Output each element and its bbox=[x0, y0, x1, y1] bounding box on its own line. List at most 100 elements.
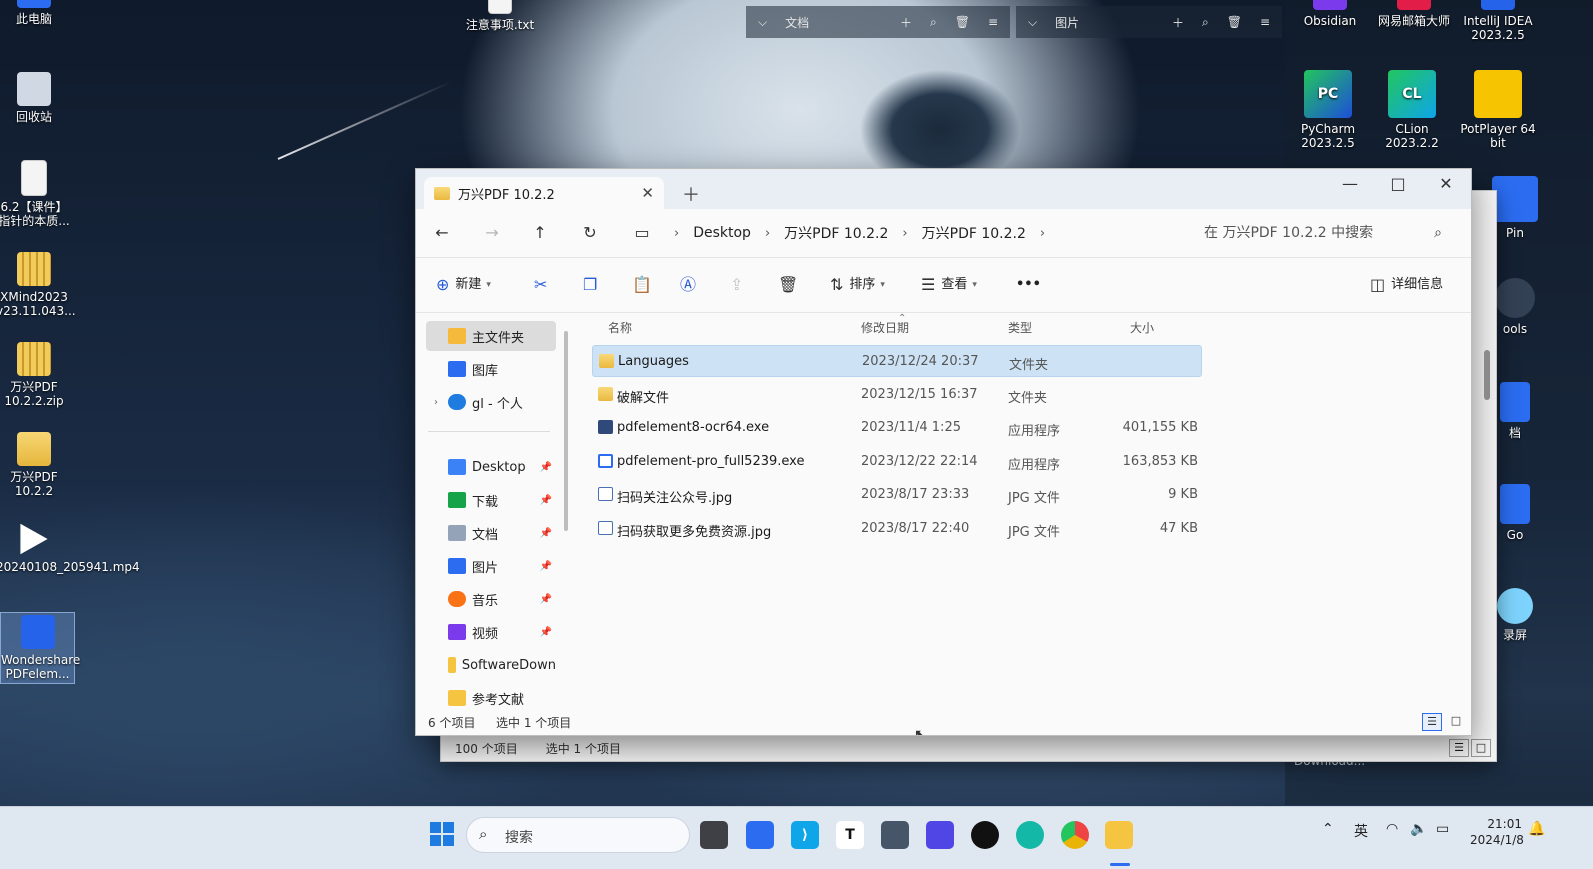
share-button[interactable]: ⇪ bbox=[730, 273, 749, 297]
chevron-down-icon[interactable]: ⌵ bbox=[1028, 15, 1037, 30]
rename-button[interactable]: Ⓐ bbox=[680, 273, 702, 297]
file-row[interactable]: pdfelement-pro_full5239.exe 2023/12/22 2… bbox=[592, 446, 1202, 478]
nav-downloads[interactable]: 下载 📌 bbox=[426, 485, 556, 515]
forward-button[interactable]: → bbox=[478, 221, 506, 245]
copy-button[interactable]: ❐ bbox=[583, 273, 603, 297]
unity-icon[interactable] bbox=[881, 821, 909, 849]
nav-music[interactable]: 音乐 📌 bbox=[426, 584, 556, 614]
pin-icon[interactable]: 📌 bbox=[540, 495, 552, 506]
file-row[interactable]: Languages 2023/12/24 20:37 文件夹 bbox=[592, 345, 1202, 377]
new-button[interactable]: ⊕ 新建 ▾ bbox=[436, 273, 491, 297]
desktop-icon-potplayer[interactable]: PotPlayer 64 bit bbox=[1460, 70, 1536, 150]
chevron-right-icon[interactable]: › bbox=[674, 226, 679, 241]
details-view-icon[interactable]: ☰ bbox=[1422, 713, 1442, 731]
taskbar-search-input[interactable]: 搜索 bbox=[505, 827, 533, 847]
trash-icon[interactable]: 🗑 bbox=[1227, 15, 1242, 29]
search-icon[interactable]: ⌕ bbox=[1202, 15, 1209, 30]
column-header-type[interactable]: 类型 bbox=[1008, 319, 1032, 336]
chrome-icon[interactable] bbox=[1061, 821, 1089, 849]
add-icon[interactable]: ＋ bbox=[1172, 14, 1184, 31]
breadcrumb-wanxing-1[interactable]: 万兴PDF 10.2.2 bbox=[784, 223, 888, 243]
column-header-size[interactable]: 大小 bbox=[1130, 319, 1154, 336]
desktop-icon-wanxing-zip[interactable]: 万兴PDF 10.2.2.zip bbox=[0, 342, 72, 408]
title-bar[interactable]: 万兴PDF 10.2.2 ✕ ＋ — □ ✕ bbox=[416, 169, 1471, 209]
desktop-icon-this-pc[interactable]: 此电脑 bbox=[0, 0, 72, 26]
column-header-date[interactable]: 修改日期 bbox=[861, 319, 909, 336]
desktop-icon-netease-mail[interactable]: 网易邮箱大师 bbox=[1376, 0, 1452, 28]
search-input[interactable]: 在 万兴PDF 10.2.2 中搜索 bbox=[1204, 225, 1373, 241]
desktop-icon-xmind[interactable]: XMind2023 v23.11.043... bbox=[0, 252, 76, 318]
breadcrumb-desktop[interactable]: Desktop bbox=[693, 225, 751, 241]
fence-pictures[interactable]: ⌵ 图片 ＋ ⌕ 🗑 ≡ bbox=[1016, 6, 1282, 38]
maximize-button[interactable]: □ bbox=[1374, 169, 1422, 201]
nav-onedrive[interactable]: › gl - 个人 bbox=[426, 387, 556, 417]
search-icon[interactable]: ⌕ bbox=[930, 15, 937, 30]
back-button[interactable]: ← bbox=[428, 221, 456, 245]
nav-videos[interactable]: 视频 📌 bbox=[426, 617, 556, 647]
nav-pictures[interactable]: 图片 📌 bbox=[426, 551, 556, 581]
search-box[interactable]: 在 万兴PDF 10.2.2 中搜索 ⌕ bbox=[1192, 217, 1452, 249]
battery-icon[interactable]: ▭ bbox=[1436, 821, 1449, 837]
nav-softwaredown[interactable]: SoftwareDown bbox=[426, 650, 556, 680]
tiles-view-icon[interactable]: □ bbox=[1446, 713, 1466, 731]
math-app-icon[interactable] bbox=[926, 821, 954, 849]
desktop-icon-intellij[interactable]: IntelliJ IDEA 2023.2.5 bbox=[1460, 0, 1536, 42]
system-clock[interactable]: 21:01 2024/1/8 bbox=[1470, 816, 1524, 848]
volume-icon[interactable]: 🔈 bbox=[1410, 821, 1427, 837]
desktop-icon-pycharm[interactable]: PC PyCharm 2023.2.5 bbox=[1290, 70, 1366, 150]
pin-icon[interactable]: 📌 bbox=[540, 594, 552, 605]
file-list-scrollbar[interactable] bbox=[1484, 350, 1490, 400]
up-button[interactable]: ↑ bbox=[526, 221, 554, 245]
tab-wanxing-pdf[interactable]: 万兴PDF 10.2.2 ✕ bbox=[424, 177, 664, 209]
taskbar-search[interactable]: ⌕ 搜索 bbox=[466, 817, 690, 853]
chevron-right-icon[interactable]: › bbox=[434, 397, 438, 408]
chevron-right-icon[interactable]: › bbox=[1040, 226, 1045, 241]
qq-icon[interactable] bbox=[971, 821, 999, 849]
notification-bell-icon[interactable]: 🔔 bbox=[1528, 821, 1545, 837]
menu-icon[interactable]: ≡ bbox=[988, 15, 998, 29]
desktop-icon-wondershare[interactable]: Wondershare PDFelem... bbox=[0, 612, 80, 684]
file-row[interactable]: 扫码关注公众号.jpg 2023/8/17 23:33 JPG 文件 9 KB bbox=[592, 479, 1202, 511]
pin-icon[interactable]: 📌 bbox=[540, 462, 552, 473]
start-button[interactable] bbox=[428, 821, 456, 849]
nav-home[interactable]: 主文件夹 bbox=[426, 321, 556, 351]
delete-button[interactable]: 🗑 bbox=[778, 273, 804, 297]
file-row[interactable]: pdfelement8-ocr64.exe 2023/11/4 1:25 应用程… bbox=[592, 412, 1202, 444]
details-view-icon[interactable]: ☰ bbox=[1449, 739, 1469, 757]
edge-browser-icon[interactable] bbox=[1016, 821, 1044, 849]
column-header-name[interactable]: 名称 bbox=[608, 319, 632, 336]
desktop-icon-obsidian[interactable]: Obsidian bbox=[1292, 0, 1368, 28]
wifi-icon[interactable]: ◠ bbox=[1386, 821, 1398, 837]
nav-gallery[interactable]: 图库 bbox=[426, 354, 556, 384]
chevron-right-icon[interactable]: › bbox=[902, 226, 907, 241]
input-method-indicator[interactable]: 英 bbox=[1354, 821, 1368, 841]
task-view-icon[interactable] bbox=[700, 821, 728, 849]
chevron-up-icon[interactable]: ⌃ bbox=[1322, 821, 1334, 837]
desktop-icon-wanxing-folder[interactable]: 万兴PDF 10.2.2 bbox=[0, 432, 72, 498]
sort-button[interactable]: ⇅ 排序 ▾ bbox=[830, 273, 885, 297]
desktop-icon-clion[interactable]: CL CLion 2023.2.2 bbox=[1374, 70, 1450, 150]
pin-icon[interactable]: 📌 bbox=[540, 561, 552, 572]
chevron-right-icon[interactable]: › bbox=[765, 226, 770, 241]
menu-icon[interactable]: ≡ bbox=[1260, 15, 1270, 29]
view-button[interactable]: ☰ 查看 ▾ bbox=[921, 273, 977, 297]
minimize-button[interactable]: — bbox=[1326, 169, 1374, 201]
more-options-button[interactable]: ••• bbox=[1016, 273, 1041, 297]
file-explorer-icon[interactable] bbox=[1105, 821, 1133, 849]
monitor-icon[interactable]: ▭ bbox=[628, 221, 656, 245]
nav-documents[interactable]: 文档 📌 bbox=[426, 518, 556, 548]
new-tab-button[interactable]: ＋ bbox=[682, 181, 700, 207]
tiles-view-icon[interactable]: □ bbox=[1471, 739, 1491, 757]
app-launcher-icon[interactable] bbox=[746, 821, 774, 849]
trash-icon[interactable]: 🗑 bbox=[955, 15, 970, 29]
file-row[interactable]: 扫码获取更多免费资源.jpg 2023/8/17 22:40 JPG 文件 47… bbox=[592, 513, 1202, 545]
fence-documents[interactable]: ⌵ 文档 ＋ ⌕ 🗑 ≡ bbox=[746, 6, 1010, 38]
file-row[interactable]: 破解文件 2023/12/15 16:37 文件夹 bbox=[592, 379, 1202, 411]
close-tab-icon[interactable]: ✕ bbox=[641, 184, 654, 202]
close-window-button[interactable]: ✕ bbox=[1422, 169, 1470, 201]
cut-button[interactable]: ✂ bbox=[534, 273, 553, 297]
file-explorer-window[interactable]: 万兴PDF 10.2.2 ✕ ＋ — □ ✕ ← → ↑ ↻ ▭ › Deskt… bbox=[415, 168, 1472, 736]
details-pane-button[interactable]: ◫ 详细信息 bbox=[1370, 273, 1443, 297]
pin-icon[interactable]: 📌 bbox=[540, 627, 552, 638]
vscode-icon[interactable]: ⟩ bbox=[791, 821, 819, 849]
